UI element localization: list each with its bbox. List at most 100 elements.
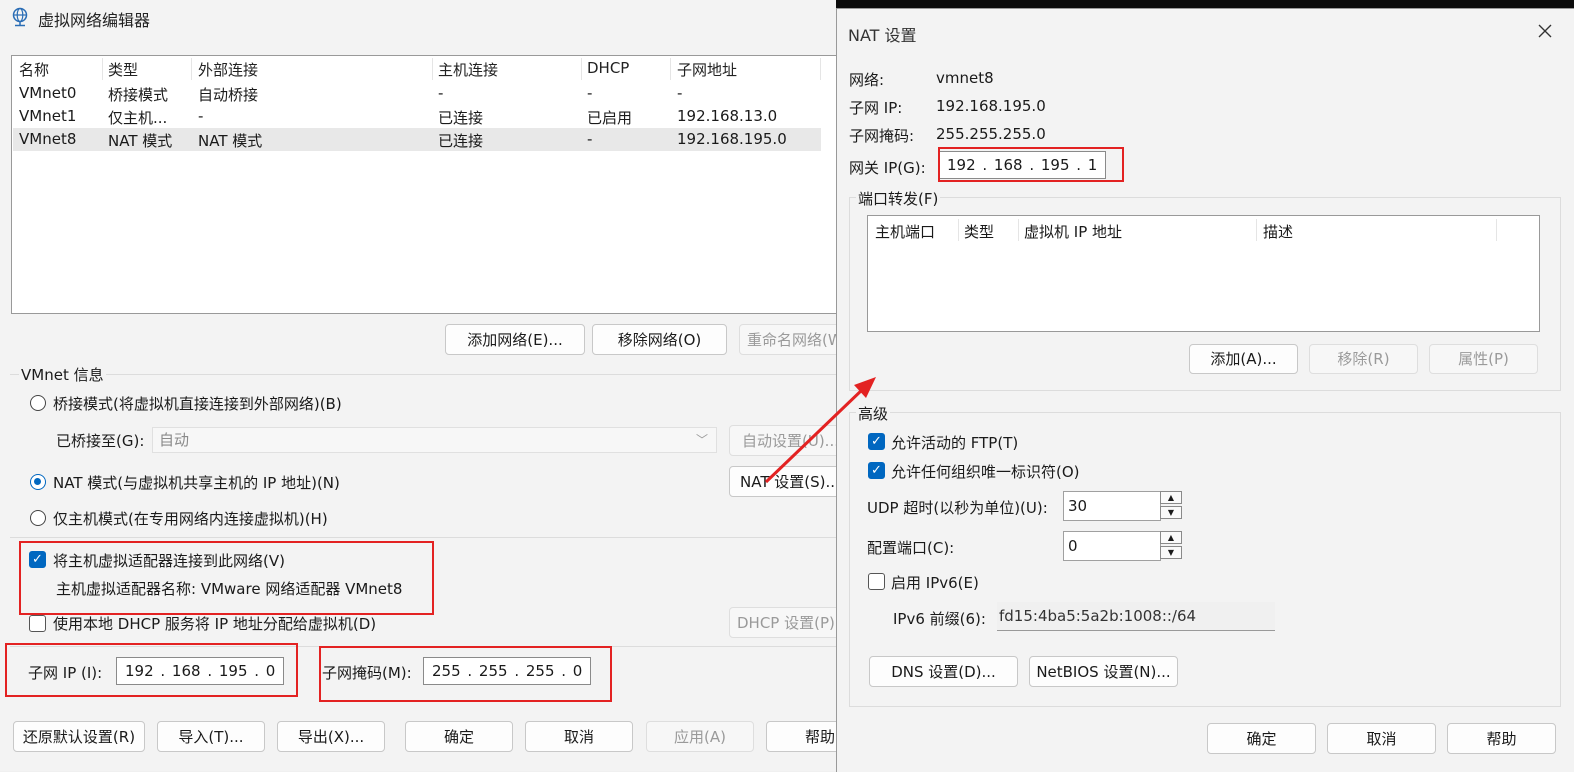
nat-cancel-button[interactable]: 取消	[1327, 723, 1436, 754]
network-globe-icon	[12, 7, 28, 27]
enable-ipv6-label[interactable]: 启用 IPv6(E)	[891, 572, 979, 593]
cell-dhcp: -	[587, 130, 593, 148]
network-label: 网络:	[849, 71, 885, 89]
column-separator	[1496, 219, 1497, 241]
add-port-button[interactable]: 添加(A)...	[1189, 344, 1298, 374]
host-only-label[interactable]: 仅主机模式(在专用网络内连接虚拟机)(H)	[53, 508, 328, 529]
column-header-host-port[interactable]: 主机端口	[875, 221, 935, 242]
config-port-label: 配置端口(C):	[867, 539, 955, 557]
vmnet-info-heading: VMnet 信息	[19, 364, 106, 385]
spin-up-icon[interactable]: ▲	[1160, 531, 1182, 544]
ok-button[interactable]: 确定	[405, 721, 513, 752]
column-separator	[958, 219, 959, 241]
column-header-external[interactable]: 外部连接	[198, 59, 258, 83]
nat-mode-radio[interactable]	[30, 474, 46, 490]
subnet-mask-value: 255.255.255.0	[936, 125, 1046, 143]
column-separator	[1018, 219, 1019, 241]
spin-down-icon[interactable]: ▼	[1160, 546, 1182, 559]
column-header-host[interactable]: 主机连接	[438, 59, 498, 83]
nat-ok-button[interactable]: 确定	[1207, 723, 1316, 754]
network-value: vmnet8	[936, 69, 994, 87]
cell-type: 仅主机...	[108, 109, 168, 127]
highlight-gateway-box	[938, 147, 1124, 182]
column-separator	[432, 58, 433, 80]
apply-button[interactable]: 应用(A)	[646, 721, 754, 752]
udp-timeout-spinner[interactable]: ▲ ▼	[1160, 491, 1184, 519]
column-header-name[interactable]: 名称	[19, 59, 49, 83]
cell-dhcp: -	[587, 84, 593, 102]
restore-defaults-button[interactable]: 还原默认设置(R)	[13, 721, 145, 752]
enable-ipv6-checkbox[interactable]	[868, 573, 885, 590]
table-row-selected[interactable]: VMnet8 NAT 模式 NAT 模式 已连接 - 192.168.195.0	[13, 128, 821, 151]
host-only-radio[interactable]	[30, 510, 46, 526]
bridge-mode-radio[interactable]	[30, 395, 46, 411]
dhcp-settings-button[interactable]: DHCP 设置(P)...	[729, 607, 849, 638]
nat-help-button[interactable]: 帮助	[1447, 723, 1556, 754]
allow-oui-label[interactable]: 允许任何组织唯一标识符(O)	[891, 461, 1080, 482]
column-separator	[102, 58, 103, 80]
use-dhcp-checkbox[interactable]	[29, 615, 46, 632]
divider	[10, 537, 836, 538]
cell-name: VMnet8	[19, 130, 77, 148]
cell-type: 桥接模式	[108, 86, 169, 104]
column-separator	[670, 58, 671, 80]
nat-mode-label[interactable]: NAT 模式(与虚拟机共享主机的 IP 地址)(N)	[53, 472, 340, 493]
bridged-to-value: 自动	[159, 431, 190, 449]
config-port-input[interactable]: 0	[1063, 531, 1161, 561]
cell-type: NAT 模式	[108, 132, 173, 150]
column-separator	[191, 58, 192, 80]
column-header-subnet[interactable]: 子网地址	[677, 59, 737, 83]
ipv6-prefix-input[interactable]: fd15:4ba5:5a2b:1008::/64	[997, 602, 1275, 631]
column-header-vm-ip[interactable]: 虚拟机 IP 地址	[1024, 221, 1122, 242]
allow-ftp-label[interactable]: 允许活动的 FTP(T)	[891, 432, 1018, 453]
gateway-label: 网关 IP(G):	[849, 159, 926, 177]
advanced-heading: 高级	[856, 403, 891, 424]
import-button[interactable]: 导入(T)...	[157, 721, 265, 752]
column-header-type[interactable]: 类型	[964, 221, 994, 242]
column-header-dhcp[interactable]: DHCP	[587, 59, 629, 83]
cancel-button[interactable]: 取消	[525, 721, 633, 752]
add-network-button[interactable]: 添加网络(E)...	[445, 324, 585, 355]
highlight-subnet-ip-box	[5, 643, 298, 697]
remove-port-button[interactable]: 移除(R)	[1309, 344, 1418, 374]
column-header-description[interactable]: 描述	[1263, 221, 1293, 242]
nat-settings-button[interactable]: NAT 设置(S)...	[729, 466, 849, 497]
port-forwarding-list[interactable]: 主机端口 类型 虚拟机 IP 地址 描述	[867, 215, 1540, 332]
column-separator	[581, 58, 582, 80]
table-row[interactable]: VMnet1 仅主机... - 已连接 已启用 192.168.13.0	[13, 105, 821, 128]
udp-timeout-label: UDP 超时(以秒为单位)(U):	[867, 499, 1048, 517]
cell-subnet: 192.168.13.0	[677, 107, 778, 125]
use-dhcp-label[interactable]: 使用本地 DHCP 服务将 IP 地址分配给虚拟机(D)	[53, 613, 376, 634]
highlight-adapter-box	[19, 541, 434, 615]
allow-ftp-checkbox[interactable]: ✓	[868, 433, 885, 450]
auto-settings-button[interactable]: 自动设置(U)...	[729, 425, 849, 456]
dialog-title: NAT 设置	[848, 26, 917, 45]
table-row[interactable]: VMnet0 桥接模式 自动桥接 - - -	[13, 82, 821, 105]
bridged-to-select[interactable]: 自动 ﹀	[152, 427, 717, 453]
port-properties-button[interactable]: 属性(P)	[1429, 344, 1538, 374]
netbios-settings-button[interactable]: NetBIOS 设置(N)...	[1029, 656, 1178, 687]
nat-settings-dialog: NAT 设置 网络: vmnet8 子网 IP: 192.168.195.0 子…	[836, 8, 1574, 772]
highlight-subnet-mask-box	[319, 646, 612, 702]
remove-network-button[interactable]: 移除网络(O)	[592, 324, 727, 355]
title-bar: 虚拟网络编辑器	[0, 0, 840, 34]
cell-name: VMnet1	[19, 107, 77, 125]
allow-oui-checkbox[interactable]: ✓	[868, 462, 885, 479]
spin-up-icon[interactable]: ▲	[1160, 491, 1182, 504]
port-forwarding-heading: 端口转发(F)	[856, 188, 941, 209]
udp-timeout-input[interactable]: 30	[1063, 491, 1161, 521]
config-port-spinner[interactable]: ▲ ▼	[1160, 531, 1184, 559]
spin-down-icon[interactable]: ▼	[1160, 506, 1182, 519]
window-title: 虚拟网络编辑器	[38, 11, 151, 30]
bridge-mode-label[interactable]: 桥接模式(将虚拟机直接连接到外部网络)(B)	[53, 393, 342, 414]
dns-settings-button[interactable]: DNS 设置(D)...	[869, 656, 1018, 687]
network-list[interactable]: 名称 类型 外部连接 主机连接 DHCP 子网地址 VMnet0 桥接模式 自动…	[11, 55, 839, 314]
cell-host: 已连接	[438, 132, 484, 150]
export-button[interactable]: 导出(X)...	[277, 721, 385, 752]
column-separator	[1256, 219, 1257, 241]
column-header-type[interactable]: 类型	[108, 59, 138, 83]
cell-host: -	[438, 84, 444, 102]
close-icon[interactable]	[1537, 23, 1553, 39]
cell-subnet: 192.168.195.0	[677, 130, 787, 148]
column-separator	[820, 58, 821, 80]
